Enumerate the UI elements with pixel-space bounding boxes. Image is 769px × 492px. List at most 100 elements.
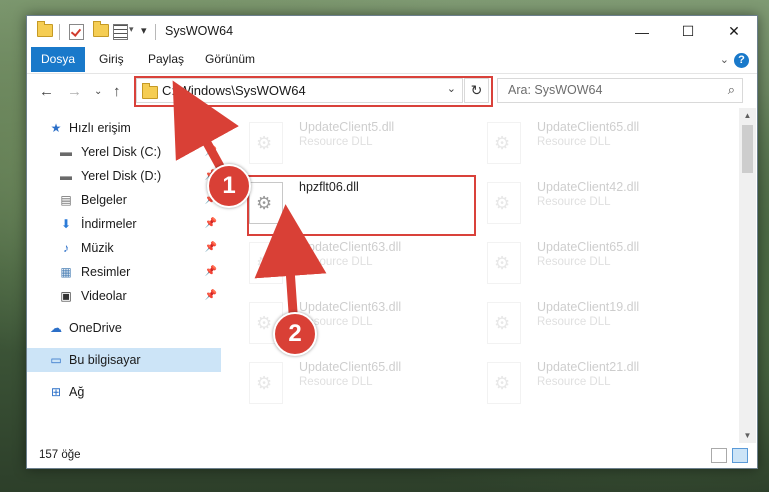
sidebar-item-label: Yerel Disk (C:) [81,145,162,159]
sidebar-item-this-pc[interactable]: ▭ Bu bilgisayar [27,348,221,372]
separator [59,24,60,40]
sidebar-item-label: İndirmeler [81,217,137,231]
sidebar-item-label: Belgeler [81,193,127,207]
file-name: UpdateClient19.dll [537,300,640,314]
sidebar-item-downloads[interactable]: ⬇ İndirmeler 📌 [27,212,221,236]
file-type: Resource DLL [537,376,611,388]
file-name: UpdateClient63.dll [299,300,402,314]
tab-dosya[interactable]: Dosya [31,47,86,72]
music-icon: ♪ [63,241,69,255]
tab-giris[interactable]: Giriş [89,47,134,72]
pin-icon[interactable]: 📌 [205,260,217,284]
properties-check-icon[interactable] [69,24,84,40]
file-item[interactable]: UpdateClient65.dll Resource DLL [487,236,697,288]
close-button[interactable]: ✕ [711,16,757,47]
computer-icon: ▭ [50,353,62,367]
separator [155,24,156,40]
pin-icon[interactable]: 📌 [205,284,217,308]
maximize-button[interactable]: ☐ [665,16,711,47]
file-name: UpdateClient65.dll [299,360,402,374]
customize-toolbar-icon[interactable]: ▾ [129,24,134,35]
file-name: UpdateClient21.dll [537,360,640,374]
address-highlight-box [134,76,493,107]
sidebar-item-disk-c[interactable]: ▬ Yerel Disk (C:) 📌 [27,140,221,164]
file-type: Resource DLL [537,256,611,268]
sidebar-item-label: Resimler [81,265,131,279]
properties-icon[interactable] [113,24,128,40]
help-icon[interactable]: ? [734,53,749,68]
file-item[interactable]: UpdateClient42.dll Resource DLL [487,176,697,228]
file-list: UpdateClient5.dll Resource DLL UpdateCli… [223,108,739,443]
file-item[interactable]: UpdateClient63.dll Resource DLL [249,236,459,288]
sidebar-item-videos[interactable]: ▣ Videolar 📌 [27,284,221,308]
dll-file-icon [249,122,283,164]
navigation-pane: ★ Hızlı erişim ▬ Yerel Disk (C:) 📌 ▬ Yer… [27,108,221,443]
file-name: UpdateClient5.dll [299,120,395,134]
sidebar-item-disk-d[interactable]: ▬ Yerel Disk (D:) 📌 [27,164,221,188]
file-item[interactable]: UpdateClient65.dll Resource DLL [487,116,697,168]
expand-ribbon-icon[interactable]: ⌄ [720,53,729,66]
file-type: Resource DLL [537,316,611,328]
cloud-icon: ☁ [50,321,62,335]
forward-button[interactable]: → [67,83,82,100]
file-item[interactable]: UpdateClient65.dll Resource DLL [249,356,459,408]
tab-paylas[interactable]: Paylaş [138,47,194,72]
file-name: UpdateClient65.dll [537,120,640,134]
new-folder-icon[interactable] [93,21,109,37]
dll-file-icon [249,362,283,404]
pin-icon[interactable]: 📌 [205,212,217,236]
scroll-thumb[interactable] [742,125,753,173]
step-badge-1: 1 [207,164,251,208]
step-badge-2: 2 [273,312,317,356]
search-input[interactable]: Ara: SysWOW64 ⌕ [497,78,743,103]
tab-gorunum[interactable]: Görünüm [195,47,265,72]
pin-icon[interactable]: 📌 [205,236,217,260]
title-bar: ▾ ▾ SysWOW64 — ☐ ✕ [27,16,757,47]
back-button[interactable]: ← [39,83,54,100]
search-icon: ⌕ [727,82,735,97]
dll-file-icon [487,182,521,224]
file-type: Resource DLL [537,136,611,148]
sidebar-item-label: Bu bilgisayar [69,353,141,367]
up-button[interactable]: ↑ [113,83,121,100]
file-type: Resource DLL [537,196,611,208]
sidebar-item-network[interactable]: ⊞ Ağ [27,380,221,404]
dll-file-icon [487,362,521,404]
sidebar-item-music[interactable]: ♪ Müzik 📌 [27,236,221,260]
sidebar-item-label: Yerel Disk (D:) [81,169,162,183]
pin-icon[interactable]: 📌 [205,140,217,164]
large-icons-view-icon[interactable] [732,448,748,463]
minimize-button[interactable]: — [619,16,665,47]
details-view-icon[interactable] [711,448,727,463]
pictures-icon: ▦ [60,265,72,279]
sidebar-item-label: Videolar [81,289,127,303]
file-item[interactable]: UpdateClient21.dll Resource DLL [487,356,697,408]
file-item[interactable]: UpdateClient19.dll Resource DLL [487,296,697,348]
sidebar-item-quick-access[interactable]: ★ Hızlı erişim [27,116,221,140]
file-item[interactable]: UpdateClient5.dll Resource DLL [249,116,459,168]
file-explorer-window: ▾ ▾ SysWOW64 — ☐ ✕ Dosya Giriş Paylaş Gö… [26,15,758,469]
sidebar-item-onedrive[interactable]: ☁ OneDrive [27,316,221,340]
dll-file-icon [487,122,521,164]
toolbar-dropdown-icon[interactable]: ▾ [141,24,147,37]
scroll-up-icon[interactable]: ▲ [739,111,756,120]
file-type: Resource DLL [299,136,373,148]
sidebar-item-label: OneDrive [69,321,122,335]
download-icon: ⬇ [60,217,72,231]
file-name: UpdateClient63.dll [299,240,402,254]
drive-icon: ▬ [60,145,72,159]
vertical-scrollbar[interactable]: ▲ ▼ [739,108,756,443]
sidebar-item-documents[interactable]: ▤ Belgeler 📌 [27,188,221,212]
file-name: UpdateClient65.dll [537,240,640,254]
drive-icon: ▬ [60,169,72,183]
dll-file-icon [487,302,521,344]
documents-icon: ▤ [60,193,72,207]
scroll-down-icon[interactable]: ▼ [739,431,756,440]
recent-locations-button[interactable]: ⌄ [94,86,102,97]
sidebar-item-pictures[interactable]: ▦ Resimler 📌 [27,260,221,284]
sidebar-item-label: Hızlı erişim [69,121,131,135]
item-count: 157 öğe [39,449,81,461]
dll-file-icon [249,242,283,284]
file-name: UpdateClient42.dll [537,180,640,194]
file-type: Resource DLL [299,376,373,388]
